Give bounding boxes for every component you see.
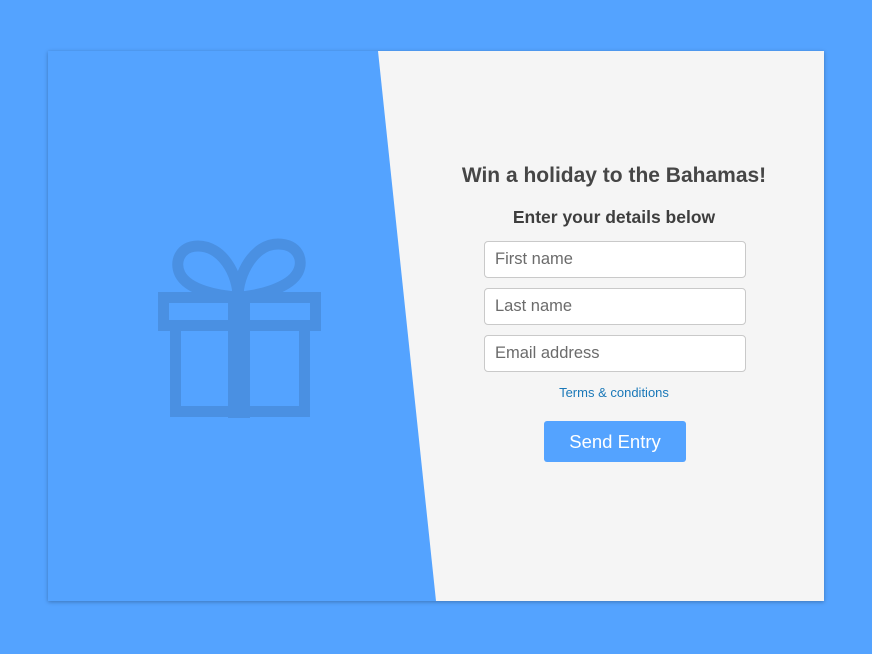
entry-form: Win a holiday to the Bahamas! Enter your… [454,51,774,601]
form-subtitle: Enter your details below [512,207,716,227]
form-title: Win a holiday to the Bahamas! [461,164,767,187]
entry-card: Win a holiday to the Bahamas! Enter your… [48,51,824,601]
first-name-input[interactable] [484,241,746,278]
gift-icon [158,238,321,418]
email-input[interactable] [484,335,746,372]
send-entry-button[interactable]: Send Entry [544,421,686,462]
last-name-input[interactable] [484,288,746,325]
terms-link[interactable]: Terms & conditions [454,385,774,400]
